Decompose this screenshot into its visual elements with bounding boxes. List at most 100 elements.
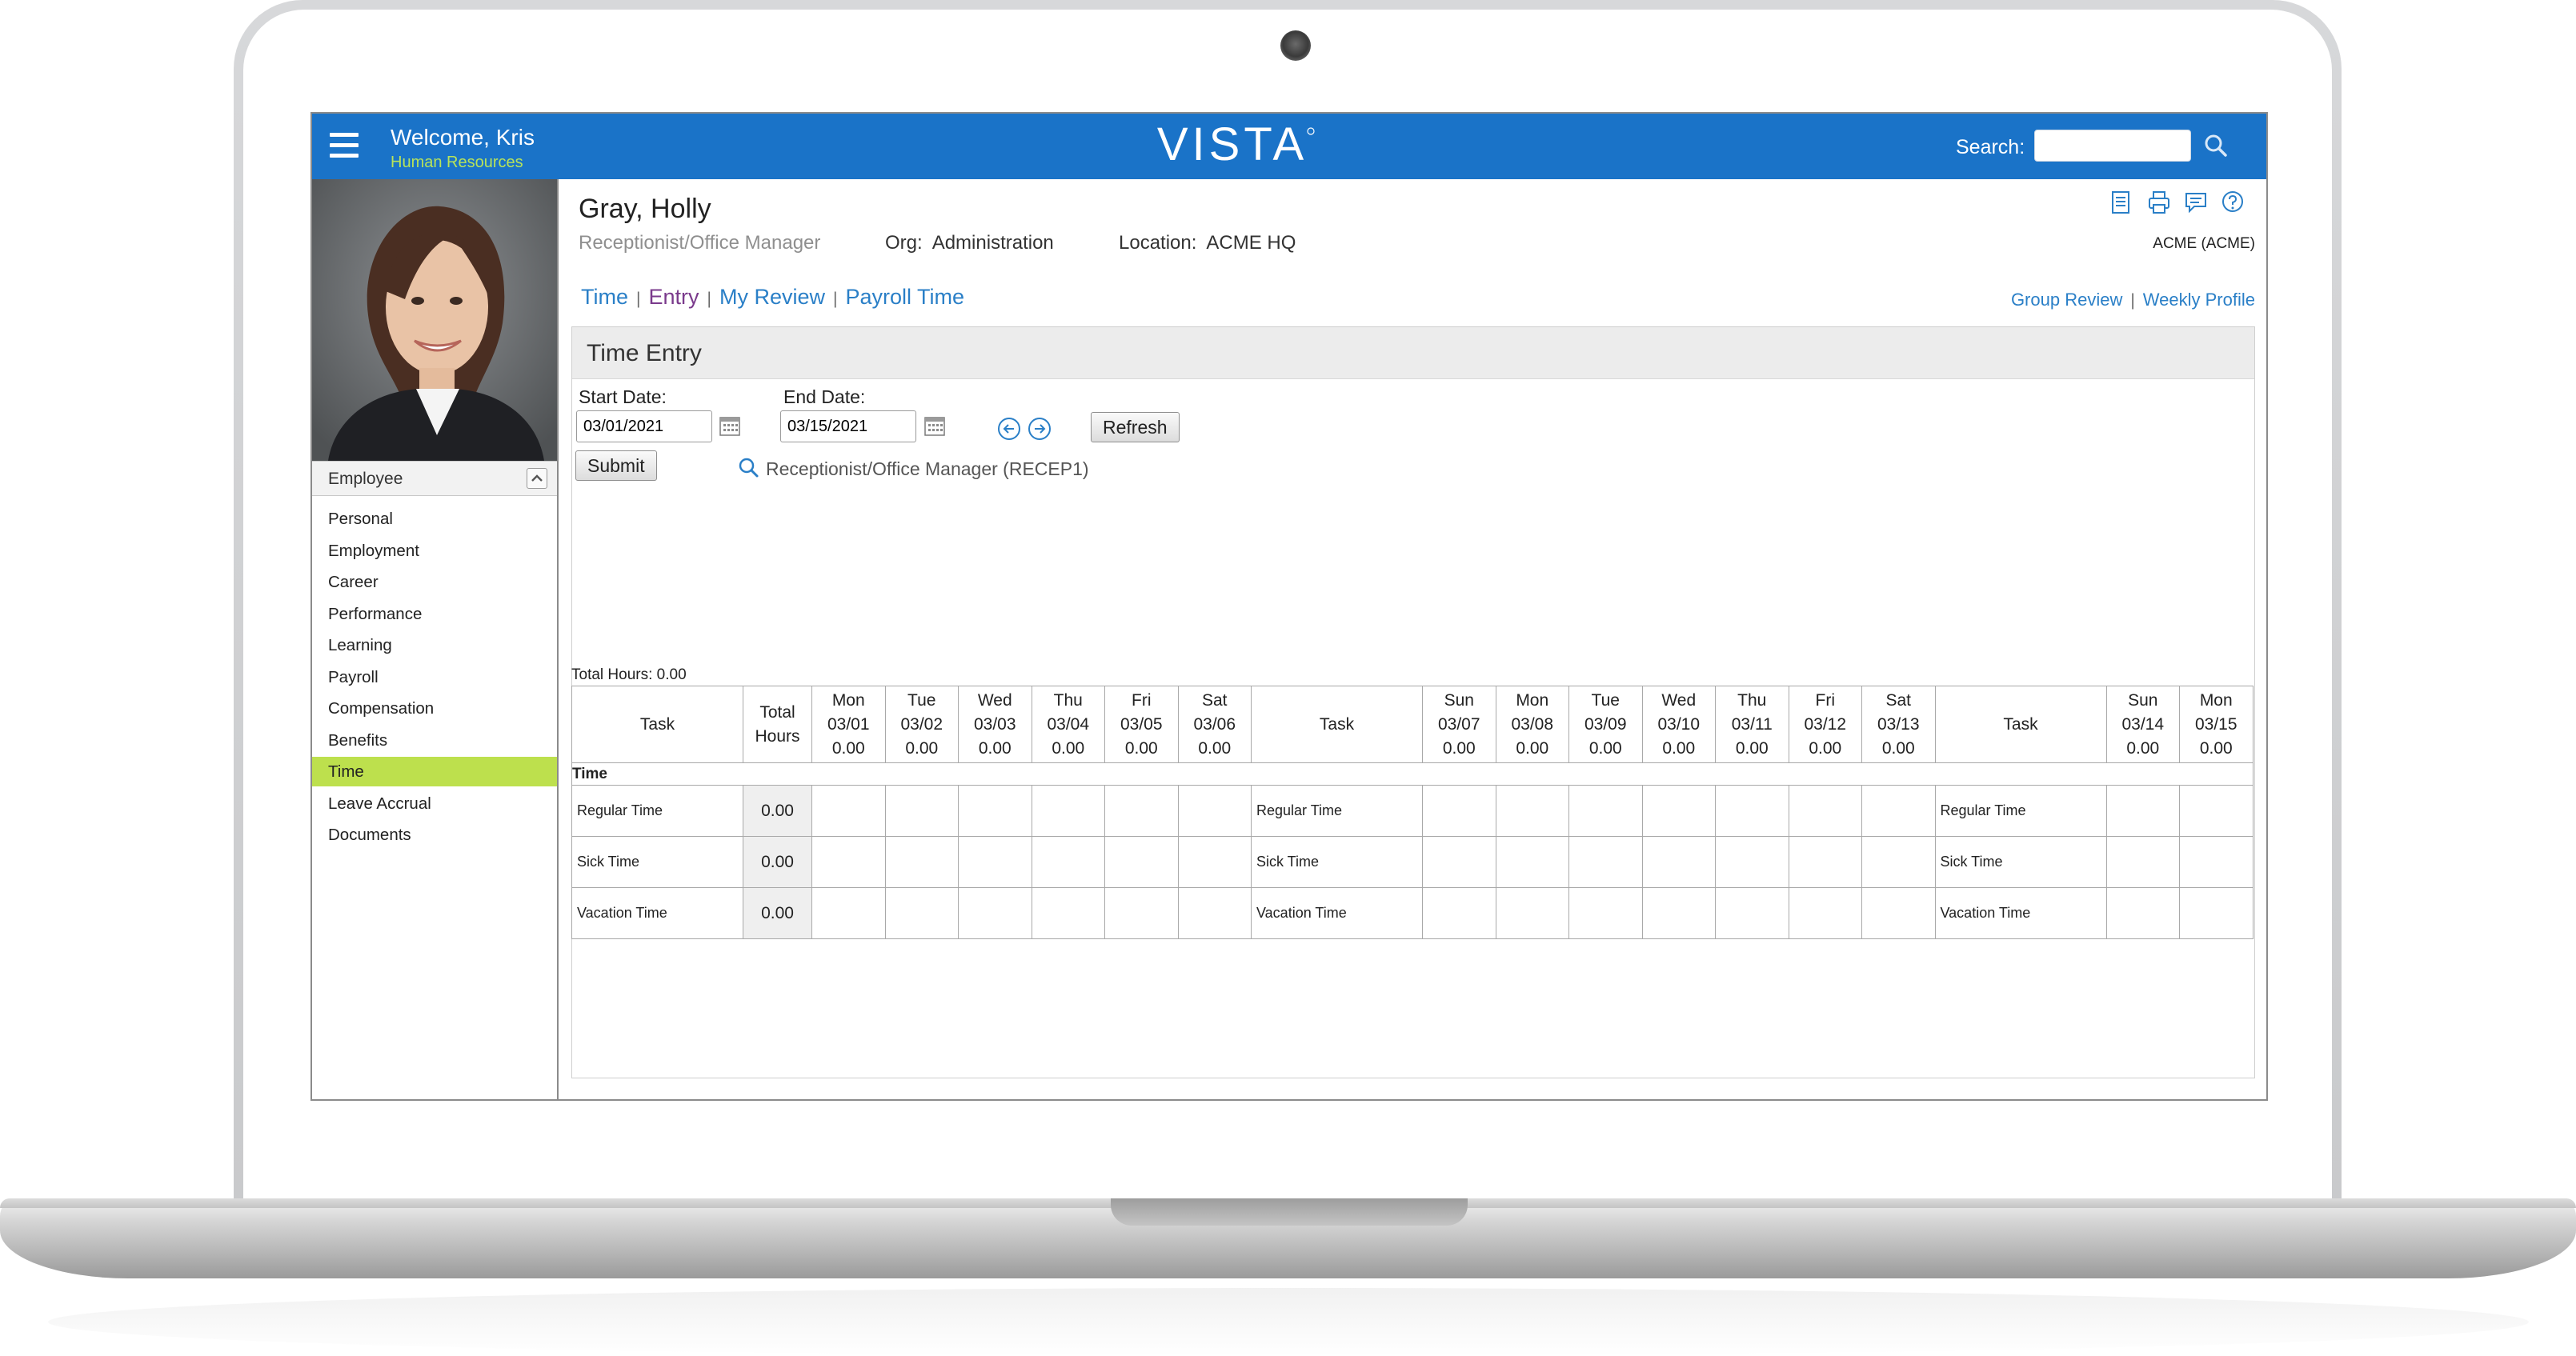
hours-entry-cell[interactable] — [1422, 836, 1496, 888]
day-name: Fri — [1132, 690, 1152, 710]
hours-entry-cell[interactable] — [1177, 836, 1252, 888]
start-date-input[interactable] — [576, 410, 712, 442]
hours-entry-cell[interactable] — [1641, 785, 1716, 837]
calendar-icon[interactable] — [923, 414, 947, 438]
time-grid: Task Total Hours Mon 03/01 0.00 Tue 03/02 0.00 We… — [571, 686, 2253, 939]
calendar-icon[interactable] — [718, 414, 742, 438]
hours-entry-cell[interactable] — [1715, 785, 1789, 837]
group-review-link[interactable]: Group Review — [2011, 290, 2122, 310]
day-name: Wed — [977, 690, 1012, 710]
weekly-profile-link[interactable]: Weekly Profile — [2143, 290, 2255, 310]
previous-period-icon[interactable] — [996, 416, 1022, 442]
day-total: 0.00 — [831, 738, 865, 758]
hours-entry-cell[interactable] — [1715, 836, 1789, 888]
comment-icon[interactable] — [2183, 189, 2209, 216]
total-header-line2: Hours — [755, 726, 800, 746]
day-header: Sun 03/14 0.00 — [2105, 686, 2180, 763]
tab-separator: | — [833, 290, 838, 308]
sidebar-item-personal[interactable]: Personal — [312, 504, 557, 534]
hours-entry-cell[interactable] — [1788, 836, 1862, 888]
collapse-button[interactable] — [527, 468, 547, 489]
submit-button[interactable]: Submit — [575, 450, 657, 481]
sidebar-item-compensation[interactable]: Compensation — [312, 694, 557, 723]
day-name: Sat — [1885, 690, 1912, 710]
hours-entry-cell[interactable] — [1177, 887, 1252, 939]
sidebar-item-performance[interactable]: Performance — [312, 599, 557, 629]
position-text: Receptionist/Office Manager (RECEP1) — [766, 458, 1089, 479]
tab-entry[interactable]: Entry — [648, 285, 699, 309]
sidebar-item-payroll[interactable]: Payroll — [312, 662, 557, 692]
hours-entry-cell[interactable] — [1031, 836, 1105, 888]
day-name: Mon — [1516, 690, 1549, 710]
hours-entry-cell[interactable] — [811, 836, 886, 888]
next-period-icon[interactable] — [1027, 416, 1052, 442]
hours-entry-cell[interactable] — [1104, 785, 1179, 837]
end-date-label: End Date: — [783, 386, 866, 407]
search-input[interactable] — [2034, 130, 2191, 162]
hours-entry-cell[interactable] — [2179, 785, 2253, 837]
hours-entry-cell[interactable] — [2105, 785, 2180, 837]
hours-entry-cell[interactable] — [1568, 887, 1643, 939]
hours-entry-cell[interactable] — [1177, 785, 1252, 837]
hours-entry-cell[interactable] — [1422, 887, 1496, 939]
sidebar-item-time[interactable]: Time — [312, 757, 557, 786]
hours-entry-cell[interactable] — [1861, 836, 1936, 888]
hours-entry-cell[interactable] — [958, 785, 1032, 837]
day-header: Wed 03/10 0.00 — [1641, 686, 1716, 763]
hours-entry-cell[interactable] — [884, 785, 959, 837]
day-header: Mon 03/01 0.00 — [811, 686, 886, 763]
hours-entry-cell[interactable] — [1031, 785, 1105, 837]
sidebar-item-employment[interactable]: Employment — [312, 536, 557, 566]
hours-entry-cell[interactable] — [1495, 836, 1569, 888]
day-date: 03/01 — [827, 714, 870, 734]
hours-entry-cell[interactable] — [1568, 836, 1643, 888]
day-total: 0.00 — [1735, 738, 1769, 758]
sidebar-item-career[interactable]: Career — [312, 567, 557, 597]
tab-my-review[interactable]: My Review — [719, 285, 825, 309]
report-icon[interactable] — [2108, 189, 2133, 216]
hours-entry-cell[interactable] — [1788, 887, 1862, 939]
employee-title: Receptionist/Office Manager — [579, 232, 821, 254]
tab-time[interactable]: Time — [581, 285, 628, 309]
hours-entry-cell[interactable] — [1104, 836, 1179, 888]
end-date-input[interactable] — [780, 410, 916, 442]
hours-entry-cell[interactable] — [1031, 887, 1105, 939]
refresh-button[interactable]: Refresh — [1091, 412, 1180, 442]
hours-entry-cell[interactable] — [1422, 785, 1496, 837]
sidebar-item-leave-accrual[interactable]: Leave Accrual — [312, 789, 557, 818]
hours-entry-cell[interactable] — [1715, 887, 1789, 939]
sidebar-item-learning[interactable]: Learning — [312, 630, 557, 660]
help-icon[interactable] — [2220, 189, 2245, 216]
sidebar-item-benefits[interactable]: Benefits — [312, 726, 557, 755]
hours-entry-cell[interactable] — [2105, 836, 2180, 888]
sidebar-item-documents[interactable]: Documents — [312, 820, 557, 850]
hours-entry-cell[interactable] — [1495, 887, 1569, 939]
hours-entry-cell[interactable] — [2105, 887, 2180, 939]
hours-entry-cell[interactable] — [811, 887, 886, 939]
hours-entry-cell[interactable] — [958, 887, 1032, 939]
hours-entry-cell[interactable] — [1641, 836, 1716, 888]
hours-entry-cell[interactable] — [884, 887, 959, 939]
hours-entry-cell[interactable] — [884, 836, 959, 888]
search-icon[interactable] — [735, 455, 761, 481]
hours-entry-cell[interactable] — [1568, 785, 1643, 837]
table-row: Sick Time 0.00 Sick Time Sick Time — [571, 836, 2253, 888]
section-label: Time — [571, 762, 2253, 786]
tab-payroll-time[interactable]: Payroll Time — [845, 285, 964, 309]
print-icon[interactable] — [2146, 189, 2172, 216]
hours-entry-cell[interactable] — [1495, 785, 1569, 837]
hours-entry-cell[interactable] — [1788, 785, 1862, 837]
day-header: Sat 03/06 0.00 — [1177, 686, 1252, 763]
hours-entry-cell[interactable] — [1641, 887, 1716, 939]
logo-text: VISTA — [1157, 118, 1308, 170]
menu-icon[interactable] — [330, 133, 359, 160]
search-icon[interactable] — [2201, 131, 2231, 162]
hours-entry-cell[interactable] — [811, 785, 886, 837]
hours-entry-cell[interactable] — [958, 836, 1032, 888]
hours-entry-cell[interactable] — [1104, 887, 1179, 939]
hours-entry-cell[interactable] — [1861, 887, 1936, 939]
hours-entry-cell[interactable] — [1861, 785, 1936, 837]
sidebar-nav: Personal Employment Career Performance Learn… — [312, 504, 557, 852]
hours-entry-cell[interactable] — [2179, 836, 2253, 888]
hours-entry-cell[interactable] — [2179, 887, 2253, 939]
